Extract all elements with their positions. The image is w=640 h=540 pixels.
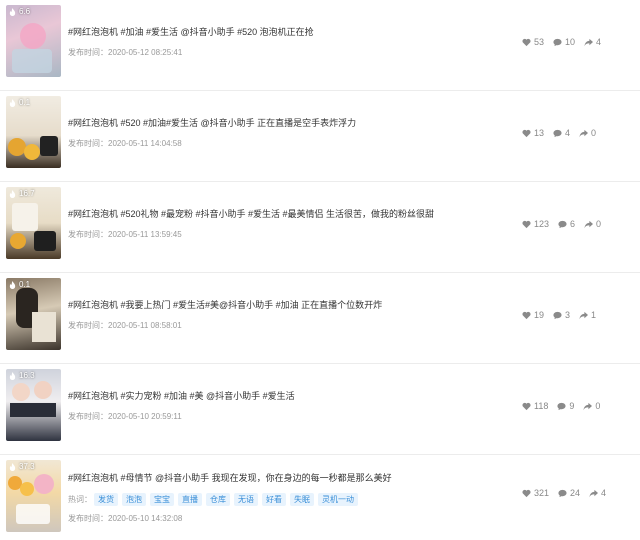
video-title[interactable]: #网红泡泡机 #520 #加油#爱生活 @抖音小助手 正在直播是空手表炸浮力 [68,116,356,129]
comment-stat: 10 [553,37,575,47]
comment-stat: 3 [553,310,570,320]
video-title[interactable]: #网红泡泡机 #520礼物 #最宠粉 #抖音小助手 #爱生活 #最美情侣 生活很… [68,207,434,220]
fire-icon [9,98,16,107]
heart-icon [522,220,531,228]
comment-icon [553,311,562,319]
fire-icon [9,7,16,16]
video-thumbnail[interactable]: 0.1 [6,278,61,350]
share-arrow-icon [583,402,593,410]
heart-icon [522,38,531,46]
video-stats: 321 24 4 [522,488,615,498]
video-row[interactable]: 0.1 #网红泡泡机 #520 #加油#爱生活 @抖音小助手 正在直播是空手表炸… [0,91,640,182]
share-arrow-icon [579,129,589,137]
publish-time: 发布时间：2020-05-10 14:32:08 [68,514,183,523]
hotword-tag[interactable]: 灵机一动 [318,493,358,506]
video-title[interactable]: #网红泡泡机 #我要上热门 #爱生活#美@抖音小助手 #加油 正在直播个位数开炸 [68,298,382,311]
share-stat: 0 [579,128,596,138]
video-stats: 53 10 4 [522,37,610,47]
hotword-tag[interactable]: 好看 [262,493,286,506]
publish-time: 发布时间：2020-05-12 08:25:41 [68,48,183,57]
like-stat: 321 [522,488,549,498]
video-thumbnail[interactable]: 16.3 [6,369,61,441]
hotword-label: 热词： [68,495,92,504]
video-list: 6.6 #网红泡泡机 #加油 #爱生活 @抖音小助手 #520 泡泡机正在抢 发… [0,0,640,540]
play-count-badge: 16.7 [9,189,35,198]
hotword-tag[interactable]: 直播 [178,493,202,506]
video-stats: 13 4 0 [522,128,605,138]
hotword-tag[interactable]: 仓库 [206,493,230,506]
like-stat: 19 [522,310,544,320]
play-count: 37.3 [19,462,35,471]
play-count-badge: 6.6 [9,7,30,16]
play-count-badge: 0.1 [9,98,30,107]
publish-time: 发布时间：2020-05-11 14:04:58 [68,139,182,148]
video-title[interactable]: #网红泡泡机 #母情节 @抖音小助手 我现在发现，你在身边的每一秒都是那么美好 [68,471,392,484]
fire-icon [9,462,16,471]
video-stats: 19 3 1 [522,310,605,320]
video-row[interactable]: 37.3 #网红泡泡机 #母情节 @抖音小助手 我现在发现，你在身边的每一秒都是… [0,455,640,540]
play-count: 6.6 [19,7,31,16]
fire-icon [9,280,16,289]
share-arrow-icon [584,38,594,46]
hotword-tags: 热词： 发货 泡泡 宝宝 直播 仓库 无语 好看 失眠 灵机一动 [68,493,362,506]
comment-icon [553,129,562,137]
heart-icon [522,129,531,137]
fire-icon [9,371,16,380]
heart-icon [522,489,531,497]
comment-stat: 4 [553,128,570,138]
like-stat: 53 [522,37,544,47]
like-stat: 123 [522,219,549,229]
comment-stat: 6 [558,219,575,229]
hotword-tag[interactable]: 发货 [94,493,118,506]
share-stat: 0 [583,401,600,411]
video-thumbnail[interactable]: 37.3 [6,460,61,532]
share-stat: 0 [584,219,601,229]
comment-icon [553,38,562,46]
play-count-badge: 0.1 [9,280,30,289]
like-stat: 118 [522,401,548,411]
video-row[interactable]: 16.7 #网红泡泡机 #520礼物 #最宠粉 #抖音小助手 #爱生活 #最美情… [0,182,640,273]
fire-icon [9,189,16,198]
video-title[interactable]: #网红泡泡机 #加油 #爱生活 @抖音小助手 #520 泡泡机正在抢 [68,25,314,38]
play-count: 0.1 [19,280,31,289]
comment-stat: 24 [558,488,580,498]
comment-stat: 9 [557,401,574,411]
heart-icon [522,311,531,319]
heart-icon [522,402,531,410]
play-count-badge: 37.3 [9,462,35,471]
hotword-tag[interactable]: 失眠 [290,493,314,506]
comment-icon [558,489,567,497]
video-row[interactable]: 0.1 #网红泡泡机 #我要上热门 #爱生活#美@抖音小助手 #加油 正在直播个… [0,273,640,364]
share-arrow-icon [589,489,599,497]
publish-time: 发布时间：2020-05-11 13:59:45 [68,230,182,239]
video-title[interactable]: #网红泡泡机 #实力宠粉 #加油 #美 @抖音小助手 #爱生活 [68,389,295,402]
share-stat: 4 [584,37,601,47]
play-count: 16.7 [19,189,35,198]
video-row[interactable]: 6.6 #网红泡泡机 #加油 #爱生活 @抖音小助手 #520 泡泡机正在抢 发… [0,0,640,91]
hotword-tag[interactable]: 无语 [234,493,258,506]
publish-time: 发布时间：2020-05-10 20:59:11 [68,412,182,421]
share-stat: 1 [579,310,596,320]
play-count: 16.3 [19,371,35,380]
like-stat: 13 [522,128,544,138]
comment-icon [557,402,566,410]
play-count-badge: 16.3 [9,371,35,380]
share-arrow-icon [584,220,594,228]
hotword-tag[interactable]: 宝宝 [150,493,174,506]
share-arrow-icon [579,311,589,319]
video-stats: 123 6 0 [522,219,610,229]
play-count: 0.1 [19,98,31,107]
video-stats: 118 9 0 [522,401,609,411]
publish-time: 发布时间：2020-05-11 08:58:01 [68,321,182,330]
hotword-tag[interactable]: 泡泡 [122,493,146,506]
video-thumbnail[interactable]: 0.1 [6,96,61,168]
comment-icon [558,220,567,228]
video-row[interactable]: 16.3 #网红泡泡机 #实力宠粉 #加油 #美 @抖音小助手 #爱生活 发布时… [0,364,640,455]
video-thumbnail[interactable]: 6.6 [6,5,61,77]
share-stat: 4 [589,488,606,498]
video-thumbnail[interactable]: 16.7 [6,187,61,259]
